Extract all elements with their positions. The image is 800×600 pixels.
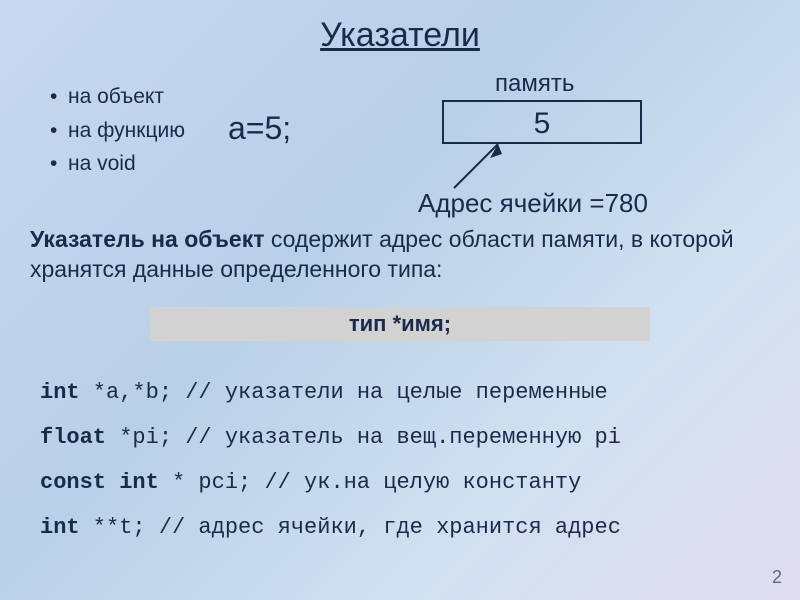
code-text: **t; // адрес ячейки, где хранится адрес bbox=[80, 515, 621, 540]
bullet-item: на функцию bbox=[50, 114, 185, 148]
bullet-item: на void bbox=[50, 147, 185, 181]
code-keyword: const int bbox=[40, 470, 159, 495]
code-keyword: int bbox=[40, 380, 80, 405]
code-line: int **t; // адрес ячейки, где хранится а… bbox=[40, 505, 621, 550]
code-keyword: float bbox=[40, 425, 106, 450]
memory-label: память bbox=[495, 70, 574, 98]
code-line: const int * pci; // ук.на целую констант… bbox=[40, 460, 621, 505]
code-line: int *a,*b; // указатели на целые перемен… bbox=[40, 370, 621, 415]
description-bold: Указатель на объект bbox=[30, 226, 265, 252]
code-block: int *a,*b; // указатели на целые перемен… bbox=[40, 370, 621, 550]
arrow-icon bbox=[446, 144, 506, 192]
address-label: Адрес ячейки =780 bbox=[418, 188, 648, 219]
slide-number: 2 bbox=[772, 567, 782, 588]
slide-title: Указатели bbox=[0, 0, 800, 55]
code-line: float *pi; // указатель на вещ.переменну… bbox=[40, 415, 621, 460]
code-text: * pci; // ук.на целую константу bbox=[159, 470, 581, 495]
code-text: *a,*b; // указатели на целые переменные bbox=[80, 380, 608, 405]
memory-cell: 5 bbox=[442, 100, 642, 144]
bullet-list: на объект на функцию на void bbox=[50, 80, 185, 181]
expression-text: a=5; bbox=[228, 110, 291, 147]
bullet-item: на объект bbox=[50, 80, 185, 114]
code-text: *pi; // указатель на вещ.переменную pi bbox=[106, 425, 621, 450]
type-syntax-bar: тип *имя; bbox=[150, 307, 650, 341]
description-text: Указатель на объект содержит адрес облас… bbox=[30, 225, 770, 285]
code-keyword: int bbox=[40, 515, 80, 540]
